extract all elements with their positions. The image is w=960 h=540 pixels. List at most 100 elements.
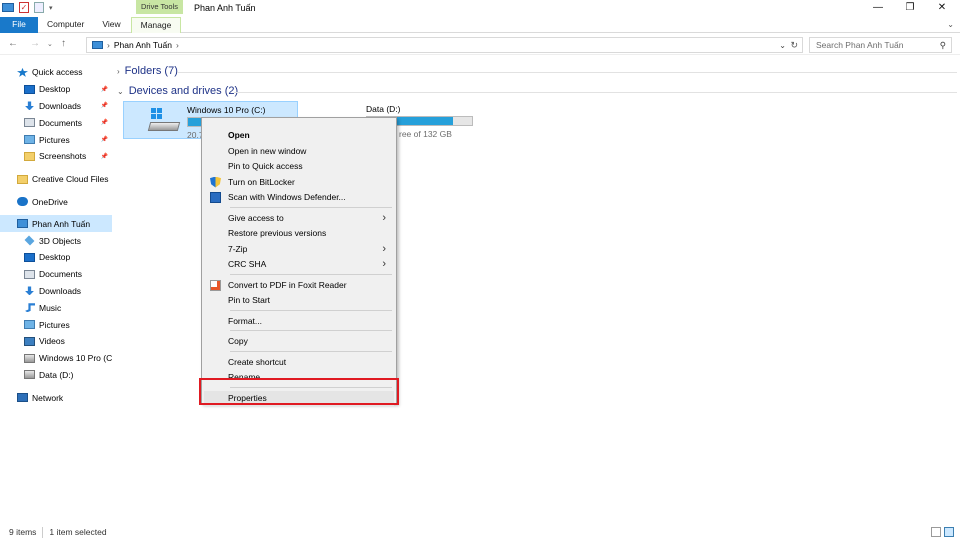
menu-item-turn-on-bitlocker[interactable]: Turn on BitLocker <box>204 175 394 191</box>
sidebar-item-windows-10-pro-c[interactable]: Windows 10 Pro (C: <box>0 350 112 367</box>
submenu-chevron-icon: › <box>382 211 386 224</box>
details-view-icon[interactable] <box>931 527 941 537</box>
drive-c-label: Windows 10 Pro (C:) <box>187 105 266 115</box>
sidebar-item-onedrive[interactable]: OneDrive <box>0 194 112 211</box>
menu-item-open[interactable]: Open <box>204 128 394 144</box>
sidebar-item-pictures[interactable]: Pictures <box>0 316 112 333</box>
sidebar-item-network[interactable]: Network <box>0 389 112 406</box>
sidebar-item-label: Documents <box>39 117 82 128</box>
sidebar-item-creative-cloud-files[interactable]: Creative Cloud Files <box>0 171 112 188</box>
address-dropdown-icon[interactable]: ⌄ <box>779 41 786 50</box>
chevron-down-icon[interactable]: ⌄ <box>117 87 124 96</box>
refresh-icon[interactable]: ↻ <box>790 40 798 51</box>
menu-item-scan-with-windows-defender[interactable]: Scan with Windows Defender... <box>204 190 394 206</box>
menu-separator <box>230 273 392 275</box>
menu-item-restore-previous-versions[interactable]: Restore previous versions <box>204 226 394 242</box>
sidebar-item-label: Downloads <box>39 285 82 296</box>
search-icon[interactable]: ⚲ <box>940 38 946 52</box>
cloud-icon <box>17 197 28 207</box>
sidebar-item-downloads[interactable]: Downloads <box>0 283 112 300</box>
menu-item-label: Format... <box>228 315 263 326</box>
sidebar-item-music[interactable]: Music <box>0 299 112 316</box>
sidebar-item-downloads[interactable]: Downloads 📌 <box>0 98 112 115</box>
sidebar-item-data-d[interactable]: Data (D:) <box>0 367 112 384</box>
address-box[interactable]: › Phan Anh Tuấn › ⌄ ↻ <box>86 37 803 53</box>
3d-objects-icon <box>24 235 35 246</box>
tab-view[interactable]: View <box>93 17 129 33</box>
back-arrow-icon[interactable]: ← <box>8 38 18 49</box>
menu-item-7-zip[interactable]: 7-Zip › <box>204 242 394 258</box>
new-folder-icon[interactable] <box>34 2 44 13</box>
sidebar-item-label: Network <box>32 392 64 403</box>
sidebar-item-videos[interactable]: Videos <box>0 333 112 350</box>
breadcrumb-chevron-icon[interactable]: › <box>176 40 179 50</box>
pin-icon[interactable]: 📌 <box>101 136 108 143</box>
sidebar-item-desktop[interactable]: Desktop 📌 <box>0 81 112 98</box>
pin-icon[interactable]: 📌 <box>101 119 108 126</box>
sidebar-item-label: Windows 10 Pro (C: <box>39 353 112 364</box>
sidebar-item-label: Desktop <box>39 252 71 263</box>
music-icon <box>25 303 35 313</box>
sidebar-item-label: OneDrive <box>32 196 68 207</box>
pin-icon[interactable]: 📌 <box>101 153 108 160</box>
minimize-icon[interactable]: — <box>866 1 890 15</box>
drives-group-label: Devices and drives (2) <box>128 85 239 97</box>
menu-item-pin-to-quick-access[interactable]: Pin to Quick access <box>204 159 394 175</box>
menu-item-give-access-to[interactable]: Give access to › <box>204 211 394 227</box>
sidebar-item-label: Documents <box>39 269 82 280</box>
sidebar-item-label: Music <box>39 302 62 313</box>
ribbon-expand-icon[interactable]: ⌄ <box>947 20 954 29</box>
menu-item-crc-sha[interactable]: CRC SHA › <box>204 257 394 273</box>
menu-item-pin-to-start[interactable]: Pin to Start <box>204 293 394 309</box>
computer-icon[interactable] <box>2 3 14 12</box>
computer-icon <box>92 41 103 49</box>
drives-group-header[interactable]: ⌄ Devices and drives (2) <box>117 85 238 97</box>
menu-separator <box>230 330 392 331</box>
group-divider <box>177 72 957 73</box>
sidebar-item-pictures[interactable]: Pictures 📌 <box>0 131 112 148</box>
chevron-down-icon[interactable]: ▾ <box>49 4 53 12</box>
sidebar-item-label: 3D Objects <box>39 235 82 246</box>
drive-d-free-text: ree of 132 GB <box>399 129 452 139</box>
folder-icon <box>17 174 28 184</box>
sidebar-item-phan-anh-tu-n[interactable]: Phan Anh Tuấn <box>0 215 112 233</box>
sidebar-item-documents[interactable]: Documents 📌 <box>0 114 112 131</box>
documents-icon <box>24 269 35 279</box>
navigation-pane: Quick access Desktop 📌 Downloads 📌 Documents 📌… <box>0 64 112 524</box>
menu-item-label: Scan with Windows Defender... <box>228 192 346 202</box>
desktop-folder-icon <box>24 84 35 94</box>
folders-group-header[interactable]: › Folders (7) <box>117 65 178 77</box>
sidebar-item-documents[interactable]: Documents <box>0 266 112 283</box>
forward-arrow-icon[interactable]: → <box>30 38 40 49</box>
tab-manage[interactable]: Manage <box>130 17 182 33</box>
menu-item-open-in-new-window[interactable]: Open in new window <box>204 144 394 160</box>
restore-icon[interactable]: ❐ <box>898 1 922 15</box>
menu-item-label: CRC SHA <box>228 259 267 269</box>
sidebar-item-desktop[interactable]: Desktop <box>0 249 112 266</box>
close-icon[interactable]: ✕ <box>930 1 954 15</box>
ribbon: File Computer View Manage ⌄ <box>0 17 960 33</box>
sidebar-item-3d-objects[interactable]: 3D Objects <box>0 232 112 249</box>
tab-file[interactable]: File <box>0 17 38 33</box>
properties-check-icon[interactable]: ✓ <box>19 2 29 13</box>
chevron-right-icon[interactable]: › <box>117 67 120 76</box>
tab-computer[interactable]: Computer <box>38 17 93 33</box>
star-icon <box>17 67 28 77</box>
sidebar-item-label: Videos <box>39 336 65 347</box>
search-input[interactable]: Search Phan Anh Tuấn ⚲ <box>809 37 952 53</box>
pin-icon[interactable]: 📌 <box>101 86 108 93</box>
pin-icon[interactable]: 📌 <box>101 102 108 109</box>
windows-drive-icon <box>24 353 35 363</box>
breadcrumb-this-pc[interactable]: Phan Anh Tuấn <box>114 40 172 50</box>
up-arrow-icon[interactable]: ↑ <box>61 38 66 49</box>
menu-item-copy[interactable]: Copy <box>204 334 394 350</box>
menu-item-create-shortcut[interactable]: Create shortcut <box>204 355 394 371</box>
menu-item-convert-to-pdf-in-foxit-reader[interactable]: Convert to PDF in Foxit Reader <box>204 278 394 294</box>
recent-locations-chevron-icon[interactable]: ⌄ <box>47 40 53 48</box>
pictures-icon <box>24 320 35 330</box>
sidebar-item-screenshots[interactable]: Screenshots 📌 <box>0 148 112 165</box>
sidebar-item-quick-access[interactable]: Quick access <box>0 64 112 81</box>
breadcrumb-chevron-icon[interactable]: › <box>107 40 110 50</box>
menu-item-format[interactable]: Format... <box>204 314 394 330</box>
large-icons-view-icon[interactable] <box>944 527 954 537</box>
